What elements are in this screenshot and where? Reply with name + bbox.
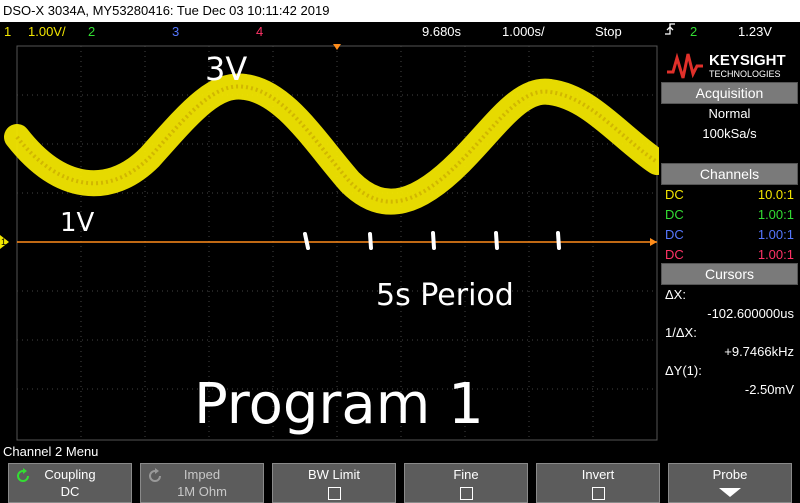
annotation-peak: 3V xyxy=(205,50,248,88)
acquisition-title: Acquisition xyxy=(661,82,798,104)
inverse-delta-x-label: 1/ΔX: xyxy=(665,325,697,340)
timebase-scale[interactable]: 1.000s/ xyxy=(502,22,545,42)
status-bar: 1 1.00V/ 2 3 4 9.680s 1.000s/ Stop 2 1.2… xyxy=(0,22,800,42)
invert-label: Invert xyxy=(581,467,615,482)
svg-text:1: 1 xyxy=(1,237,6,247)
acquisition-panel[interactable]: Acquisition Normal 100kSa/s xyxy=(661,82,798,144)
delta-x-value: -102.600000us xyxy=(707,306,794,321)
trigger-level[interactable]: 1.23V xyxy=(738,22,772,42)
ch1-number[interactable]: 1 xyxy=(4,22,11,42)
coupling-softkey[interactable]: Coupling DC xyxy=(8,463,132,503)
title-bar: DSO-X 3034A, MY53280416: Tue Dec 03 10:1… xyxy=(0,0,800,22)
ch1-probe-ratio: 10.0:1 xyxy=(757,187,794,202)
menu-title-text: Channel 2 Menu xyxy=(3,444,99,459)
ch3-number[interactable]: 3 xyxy=(172,22,179,42)
rotate-knob-icon xyxy=(17,468,29,482)
channel-row-2[interactable]: DC 1.00:1 xyxy=(661,205,798,225)
side-panel: KEYSIGHT TECHNOLOGIES Acquisition Normal… xyxy=(659,42,800,442)
trigger-channel[interactable]: 2 xyxy=(690,22,697,42)
period-tick-marks xyxy=(303,231,561,250)
horizontal-delay[interactable]: 9.680s xyxy=(422,22,461,42)
delta-y-label: ΔY(1): xyxy=(665,363,702,378)
logo-brand: KEYSIGHT xyxy=(709,52,786,69)
annotation-low: 1V xyxy=(60,208,95,238)
trigger-edge-icon xyxy=(664,22,676,42)
ch1-ground-marker[interactable]: 1 xyxy=(0,235,9,249)
probe-label: Probe xyxy=(712,467,748,482)
ch2-coupling: DC xyxy=(665,207,684,222)
bw-limit-softkey[interactable]: BW Limit xyxy=(272,463,396,503)
title-text: DSO-X 3034A, MY53280416: Tue Dec 03 10:1… xyxy=(3,3,330,18)
ch1-scale[interactable]: 1.00V/ xyxy=(28,22,66,42)
run-state[interactable]: Stop xyxy=(595,22,622,42)
channels-panel[interactable]: Channels DC 10.0:1 DC 1.00:1 DC 1.00:1 D… xyxy=(661,163,798,265)
keysight-logo: KEYSIGHT TECHNOLOGIES xyxy=(661,46,798,86)
softkey-bar: Coupling DC Imped 1M Ohm BW Limit Fine I… xyxy=(0,461,800,503)
imped-softkey[interactable]: Imped 1M Ohm xyxy=(140,463,264,503)
trigger-level-marker[interactable] xyxy=(650,238,657,246)
fine-label: Fine xyxy=(453,467,479,482)
menu-title: Channel 2 Menu xyxy=(0,444,800,460)
cursors-panel[interactable]: Cursors ΔX: -102.600000us 1/ΔX: +9.7466k… xyxy=(661,263,798,399)
channels-title: Channels xyxy=(661,163,798,185)
cursors-title: Cursors xyxy=(661,263,798,285)
ch4-probe-ratio: 1.00:1 xyxy=(757,247,794,262)
ch4-coupling: DC xyxy=(665,247,684,262)
ch2-number[interactable]: 2 xyxy=(88,22,95,42)
ch4-number[interactable]: 4 xyxy=(256,22,263,42)
acquisition-mode: Normal xyxy=(708,106,751,121)
sample-rate: 100kSa/s xyxy=(702,126,757,141)
rotate-knob-icon xyxy=(149,468,161,482)
submenu-arrow-icon xyxy=(719,488,741,497)
fine-checkbox[interactable] xyxy=(459,487,473,500)
invert-checkbox[interactable] xyxy=(591,487,605,500)
probe-softkey[interactable]: Probe xyxy=(668,463,792,503)
fine-softkey[interactable]: Fine xyxy=(404,463,528,503)
annotation-program: Program 1 xyxy=(194,372,484,437)
annotation-period: 5s Period xyxy=(376,278,514,313)
keysight-wave-icon xyxy=(667,52,703,79)
delta-x-label: ΔX: xyxy=(665,287,686,302)
channel-row-1[interactable]: DC 10.0:1 xyxy=(661,185,798,205)
channel-row-4[interactable]: DC 1.00:1 xyxy=(661,245,798,265)
invert-softkey[interactable]: Invert xyxy=(536,463,660,503)
imped-value: 1M Ohm xyxy=(177,484,227,499)
delta-y-value: -2.50mV xyxy=(744,382,794,397)
bw-limit-checkbox[interactable] xyxy=(327,487,341,500)
inverse-delta-x-value: +9.7466kHz xyxy=(724,344,794,359)
bw-limit-label: BW Limit xyxy=(308,467,360,482)
ch2-probe-ratio: 1.00:1 xyxy=(757,207,794,222)
trigger-position-marker[interactable] xyxy=(333,44,341,50)
waveform-display[interactable]: 1 3V 1V 5s Period Program 1 xyxy=(0,42,670,442)
ch3-probe-ratio: 1.00:1 xyxy=(757,227,794,242)
channel-row-3[interactable]: DC 1.00:1 xyxy=(661,225,798,245)
ch1-coupling: DC xyxy=(665,187,684,202)
ch3-coupling: DC xyxy=(665,227,684,242)
coupling-value: DC xyxy=(60,484,80,499)
logo-sub: TECHNOLOGIES xyxy=(709,69,781,79)
